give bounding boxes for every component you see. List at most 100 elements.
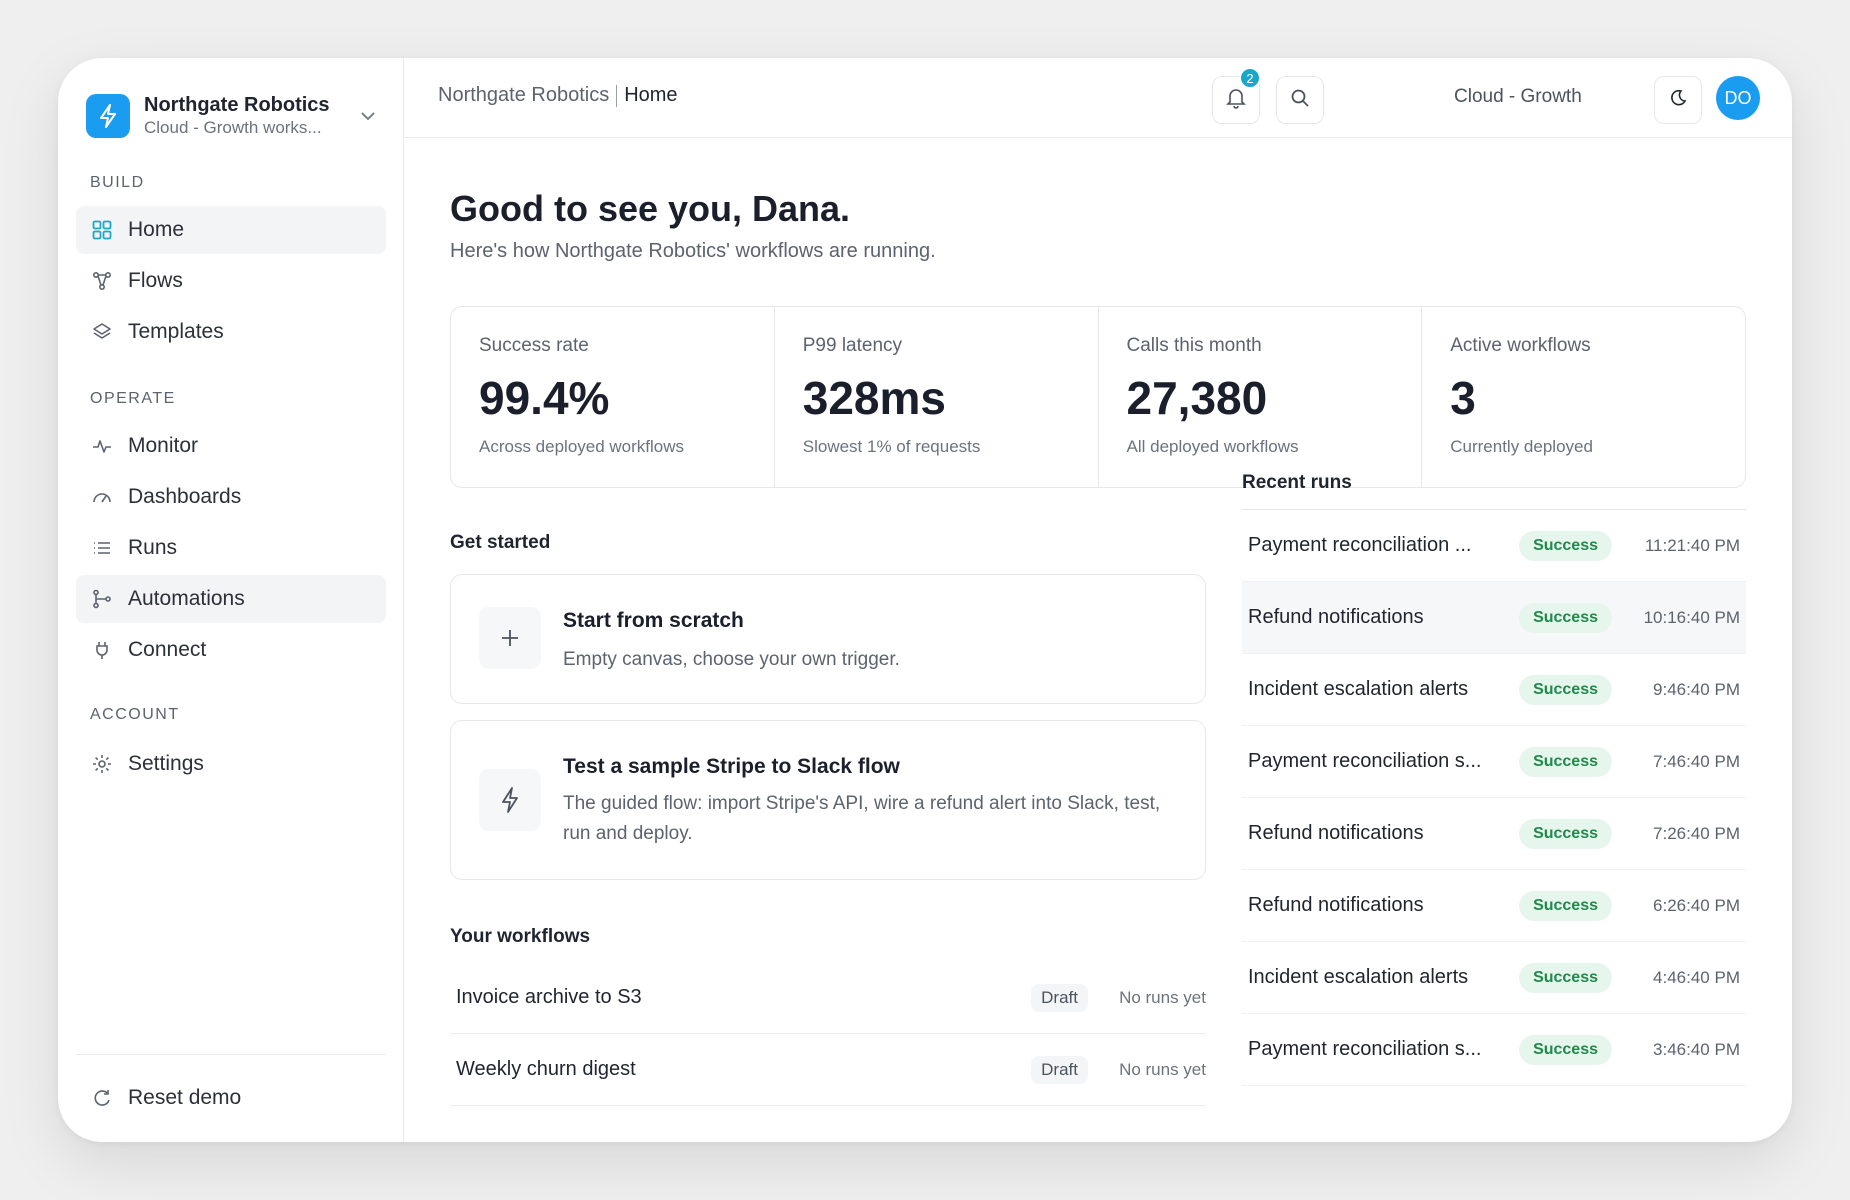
sidebar-item-label: Monitor [128,434,199,457]
run-row[interactable]: Incident escalation alerts Success 9:46:… [1242,654,1746,726]
plus-icon [479,607,541,669]
sidebar-item-label: Connect [128,638,207,661]
gear-icon [90,752,114,776]
sidebar-item-settings[interactable]: Settings [76,740,386,788]
breadcrumb-separator [616,84,618,107]
status-badge: Success [1519,818,1612,849]
status-badge: Draft [1031,983,1088,1012]
stat-note: All deployed workflows [1126,437,1299,456]
reset-demo-button[interactable]: Reset demo [76,1074,386,1122]
plug-icon [90,638,114,662]
run-row[interactable]: Refund notifications Success 6:26:40 PM [1242,870,1746,942]
workflow-row[interactable]: Weekly churn digest Draft No runs yet [450,1034,1206,1106]
run-row[interactable]: Payment reconciliation s... Success 3:46… [1242,1014,1746,1086]
stat-label: Success rate [479,335,589,356]
start-from-scratch-card[interactable]: Start from scratch Empty canvas, choose … [450,574,1206,704]
stat-label: Calls this month [1126,335,1262,356]
search-icon [1290,88,1310,113]
sidebar-item-label: Dashboards [128,485,242,508]
card-title: Start from scratch [563,609,744,632]
run-name: Refund notifications [1248,606,1424,628]
sidebar-item-templates[interactable]: Templates [76,308,386,356]
status-badge: Success [1519,1034,1612,1065]
workflow-runs: No runs yet [1119,1059,1206,1079]
run-name: Payment reconciliation s... [1248,750,1482,772]
stat-value: 99.4% [479,372,610,424]
sidebar-item-label: Runs [128,536,178,559]
run-row[interactable]: Incident escalation alerts Success 4:46:… [1242,942,1746,1014]
plan-label[interactable]: Cloud - Growth [1454,86,1582,108]
search-button[interactable] [1276,76,1324,124]
card-description: The guided flow: import Stripe's API, wi… [563,793,1161,844]
reset-demo-label: Reset demo [128,1086,242,1109]
theme-toggle-button[interactable] [1654,76,1702,124]
sidebar-item-runs[interactable]: Runs [76,524,386,572]
status-badge: Success [1519,602,1612,633]
stat-note: Slowest 1% of requests [802,437,981,456]
status-badge: Success [1519,530,1612,561]
avatar[interactable]: DO [1716,76,1760,120]
branch-icon [90,587,114,611]
recent-runs-heading: Recent runs [1242,472,1746,510]
run-name: Refund notifications [1248,822,1424,844]
status-badge: Success [1519,674,1612,705]
sidebar-item-home[interactable]: Home [76,206,386,254]
workflow-name: Weekly churn digest [456,1058,636,1080]
run-time: 9:46:40 PM [1653,679,1740,699]
run-time: 6:26:40 PM [1653,895,1740,915]
run-row[interactable]: Payment reconciliation ... Success 11:21… [1242,510,1746,582]
run-row[interactable]: Refund notifications Success 7:26:40 PM [1242,798,1746,870]
workspace-switcher[interactable]: Northgate Robotics Cloud - Growth works.… [86,88,382,144]
notifications-button[interactable]: 2 [1212,67,1261,124]
run-row[interactable]: Refund notifications Success 10:16:40 PM [1242,582,1746,654]
run-time: 7:26:40 PM [1653,823,1740,843]
layers-icon [90,320,114,344]
status-badge: Draft [1031,1055,1088,1084]
topbar: Northgate Robotics Home 2 Cloud - Growth [404,58,1792,138]
run-row[interactable]: Payment reconciliation s... Success 7:46… [1242,726,1746,798]
refresh-icon [90,1086,114,1110]
section-label-operate: OPERATE [90,390,176,407]
gauge-icon [90,485,114,509]
page-subtitle: Here's how Northgate Robotics' workflows… [450,240,936,262]
breadcrumb: Northgate Robotics Home [438,84,678,107]
get-started-heading: Get started [450,532,551,553]
run-name: Refund notifications [1248,894,1424,916]
sidebar-item-dashboards[interactable]: Dashboards [76,473,386,521]
status-badge: Success [1519,962,1612,993]
sidebar-item-automations[interactable]: Automations [76,575,386,623]
chevron-down-icon[interactable] [354,102,382,130]
sidebar-item-label: Home [128,218,185,241]
stat-value: 3 [1450,372,1476,424]
sidebar-item-connect[interactable]: Connect [76,626,386,674]
sidebar-divider [76,1054,386,1055]
stats-panel: Success rate 99.4% Across deployed workf… [450,306,1746,488]
run-time: 4:46:40 PM [1653,967,1740,987]
sample-stripe-slack-card[interactable]: Test a sample Stripe to Slack flow The g… [450,720,1206,880]
stat-p99-latency: P99 latency 328ms Slowest 1% of requests [775,307,1099,487]
card-description: Empty canvas, choose your own trigger. [563,649,900,670]
breadcrumb-org[interactable]: Northgate Robotics [438,84,609,107]
sidebar-item-label: Flows [128,269,183,292]
workflow-runs: No runs yet [1119,987,1206,1007]
sidebar-item-monitor[interactable]: Monitor [76,422,386,470]
bolt-icon [479,769,541,831]
sidebar-item-flows[interactable]: Flows [76,257,386,305]
stat-label: P99 latency [802,335,903,356]
sidebar-item-label: Settings [128,752,204,775]
card-title: Test a sample Stripe to Slack flow [563,755,900,778]
stat-success-rate: Success rate 99.4% Across deployed workf… [451,307,775,487]
stat-active-workflows: Active workflows 3 Currently deployed [1422,307,1745,487]
sidebar: Northgate Robotics Cloud - Growth works.… [58,58,404,1142]
stat-calls-this-month: Calls this month 27,380 All deployed wor… [1099,307,1423,487]
pulse-icon [90,434,114,458]
run-name: Incident escalation alerts [1248,966,1469,988]
sidebar-item-label: Automations [128,587,245,610]
run-time: 3:46:40 PM [1653,1039,1740,1059]
workflow-row[interactable]: Invoice archive to S3 Draft No runs yet [450,962,1206,1034]
section-label-account: ACCOUNT [90,706,180,723]
breadcrumb-current: Home [624,84,678,106]
bolt-logo-icon [86,94,130,138]
main-content: Northgate Robotics Home 2 Cloud - Growth [404,58,1792,1142]
page-title: Good to see you, Dana. [450,188,851,229]
